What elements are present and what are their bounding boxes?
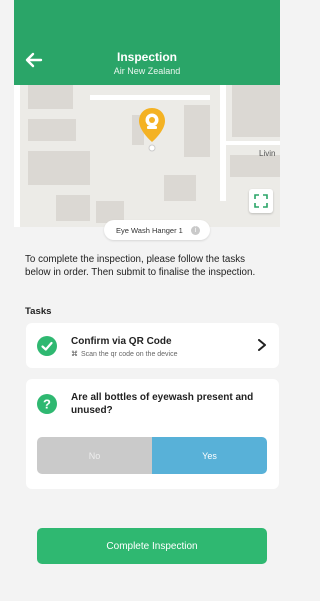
expand-icon <box>254 194 268 208</box>
no-option-button[interactable]: No <box>37 437 152 474</box>
complete-inspection-button[interactable]: Complete Inspection <box>37 528 267 564</box>
task-qr-title: Confirm via QR Code <box>71 336 172 347</box>
location-label: Eye Wash Hanger 1 i <box>104 220 210 240</box>
instructions-text: To complete the inspection, please follo… <box>25 254 256 278</box>
location-pin-icon[interactable] <box>137 106 167 152</box>
chevron-right-icon[interactable] <box>257 339 267 351</box>
svg-text:?: ? <box>43 397 51 412</box>
map-view[interactable]: Livin <box>14 85 280 227</box>
task-qr-subtitle: ⌘ Scan the qr code on the device <box>71 350 178 358</box>
page-subtitle: Air New Zealand <box>113 66 181 76</box>
task-qr-code[interactable]: Confirm via QR Code ⌘ Scan the qr code on… <box>26 323 279 368</box>
page-title: Inspection <box>116 50 177 64</box>
app-header: Inspection Air New Zealand <box>14 0 280 85</box>
info-icon[interactable]: i <box>191 226 200 235</box>
check-circle-icon <box>37 336 57 356</box>
expand-map-button[interactable] <box>249 189 273 213</box>
map-road <box>220 85 226 201</box>
map-road <box>14 85 20 227</box>
task-qr-subtitle-text: Scan the qr code on the device <box>81 351 178 358</box>
qr-code-icon: ⌘ <box>71 351 78 358</box>
yes-option-button[interactable]: Yes <box>152 437 267 474</box>
location-name: Eye Wash Hanger 1 <box>116 225 183 235</box>
map-road <box>90 95 210 100</box>
task-question-card: ? Are all bottles of eyewash present and… <box>26 379 279 489</box>
yes-no-toggle: No Yes <box>37 437 267 474</box>
map-road <box>226 141 280 145</box>
question-text: Are all bottles of eyewash present and u… <box>71 392 254 416</box>
question-circle-icon: ? <box>37 394 57 414</box>
tasks-heading: Tasks <box>25 306 52 317</box>
map-street-label: Livin <box>259 149 276 158</box>
